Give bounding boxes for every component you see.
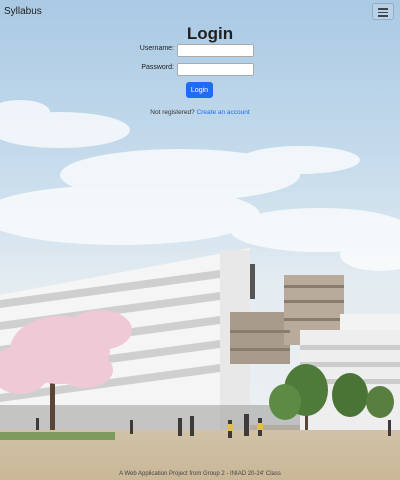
login-button[interactable]: Login — [186, 82, 213, 98]
password-row: Password: — [0, 63, 400, 77]
footer-text: A Web Application Project from Group 2 -… — [119, 471, 281, 477]
password-input[interactable] — [177, 63, 254, 76]
username-label: Username: — [139, 45, 174, 52]
hamburger-menu-icon[interactable] — [372, 3, 394, 20]
username-row: Username: — [0, 44, 400, 58]
register-prompt: Not registered? Create an account — [0, 109, 400, 116]
register-prompt-text: Not registered? — [150, 109, 195, 116]
brand-link[interactable]: Syllabus — [4, 6, 42, 17]
navbar: Syllabus — [0, 0, 400, 25]
password-label: Password: — [141, 64, 174, 71]
username-input[interactable] — [177, 44, 254, 57]
page-title: Login — [186, 24, 234, 43]
create-account-link[interactable]: Create an account — [197, 109, 250, 116]
